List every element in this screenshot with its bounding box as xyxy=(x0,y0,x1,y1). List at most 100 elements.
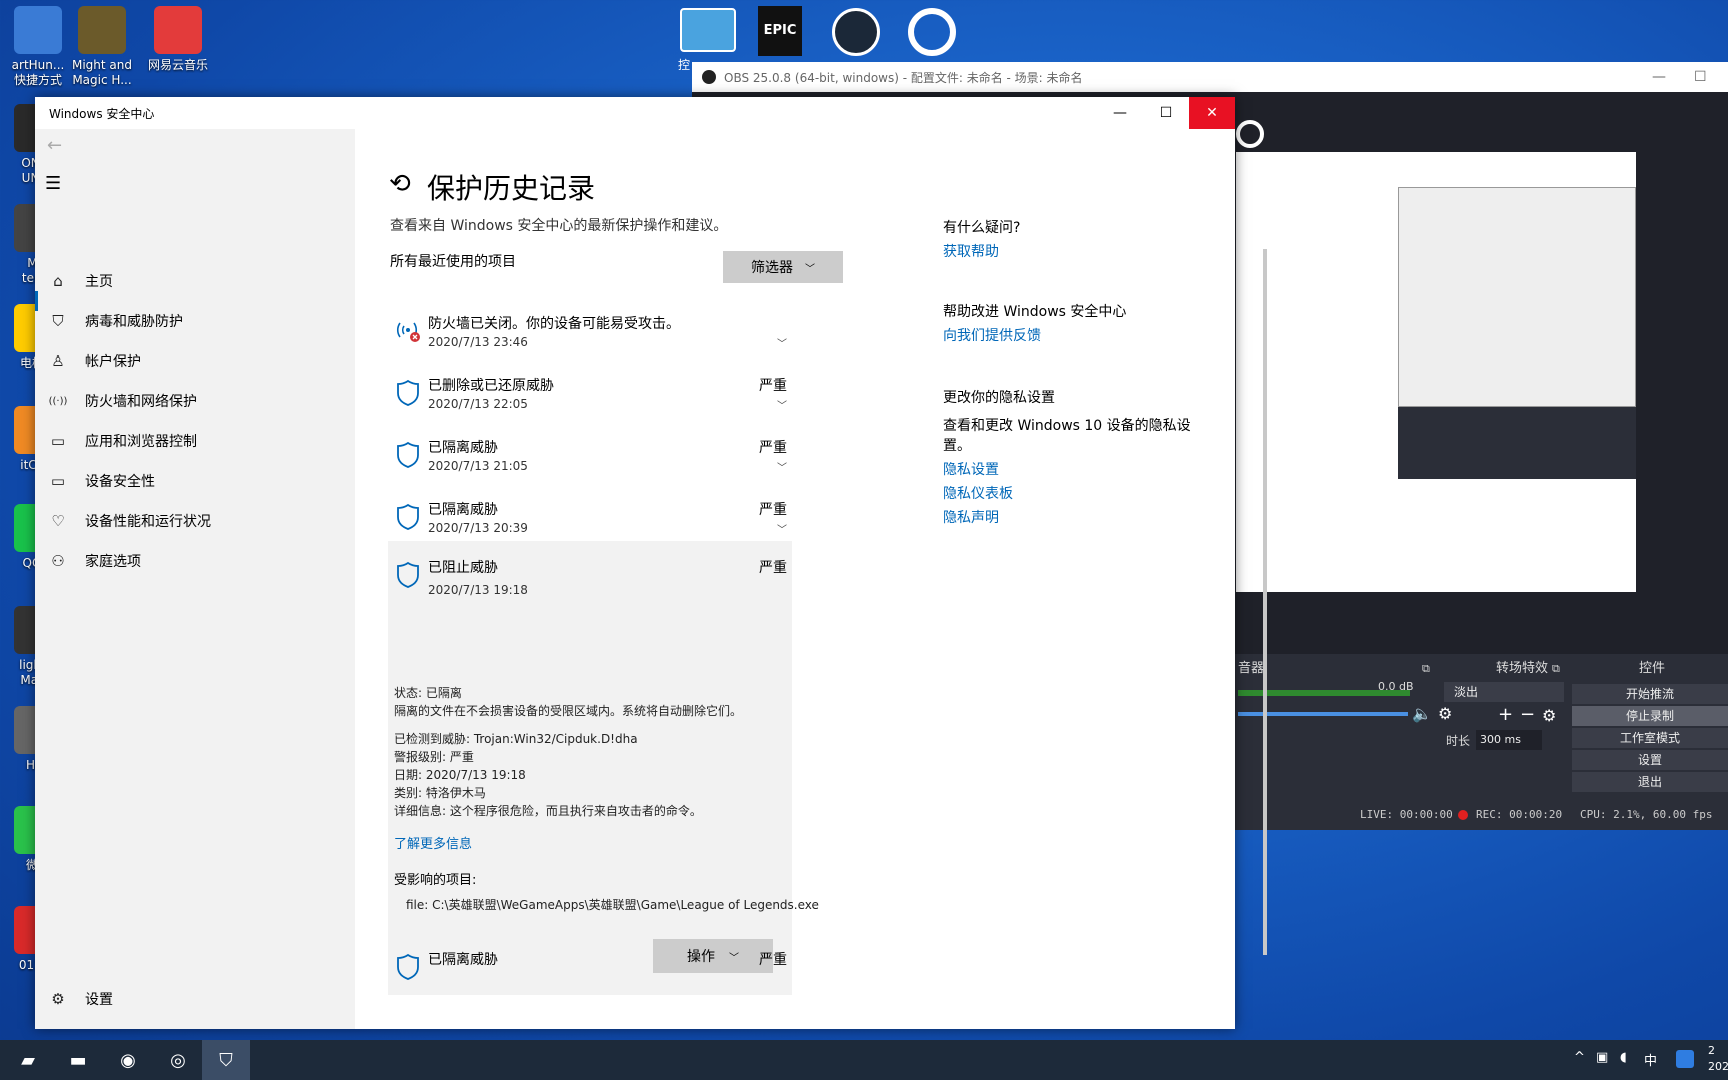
windows-security-window: Windows 安全中心 — ☐ ✕ ← ☰ ⚙ 设置 ⌂ 主页 ⛉ 病毒和威胁防护 ♙… xyxy=(35,97,1267,1029)
shield-icon: ⛉ xyxy=(52,312,64,330)
family-icon: ⚇ xyxy=(51,552,65,570)
start-icon[interactable]: ▰ xyxy=(4,1040,52,1080)
start-streaming-button[interactable]: 开始推流 xyxy=(1572,684,1728,704)
app-icon xyxy=(14,6,62,54)
chevron-down-icon[interactable]: ﹀ xyxy=(777,521,787,536)
heart-icon: ♡ xyxy=(51,512,65,530)
duration-label: 时长 xyxy=(1446,734,1471,748)
hamburger-menu-icon[interactable]: ☰ xyxy=(45,173,61,194)
speaker-icon[interactable]: 🔈 xyxy=(1412,704,1432,723)
rec-dot-icon xyxy=(1458,810,1468,820)
add-icon[interactable]: + xyxy=(1498,704,1513,725)
detail-status: 状态: 已隔离 xyxy=(394,686,462,700)
gear-icon[interactable]: ⚙ xyxy=(1438,704,1452,723)
sidebar-item-5[interactable]: ▭ 设备安全性 xyxy=(35,461,355,501)
qq-tray-icon[interactable] xyxy=(1676,1050,1694,1068)
remove-icon[interactable]: − xyxy=(1520,704,1535,725)
maximize-icon[interactable]: ☐ xyxy=(1694,69,1707,85)
home-icon: ⌂ xyxy=(53,272,63,290)
sidebar-item-0[interactable]: ⌂ 主页 xyxy=(35,261,355,301)
steam-icon[interactable] xyxy=(832,8,880,56)
sidebar-item-3[interactable]: ((·)) 防火墙和网络保护 xyxy=(35,381,355,421)
desktop-icon[interactable]: 网易云音乐 xyxy=(136,6,220,73)
feedback-link[interactable]: 向我们提供反馈 xyxy=(943,325,1041,345)
chevron-down-icon[interactable]: ﹀ xyxy=(777,397,787,412)
stop-recording-button[interactable]: 停止录制 xyxy=(1572,706,1728,726)
clock-time: 2 xyxy=(1708,1044,1715,1057)
wifi-icon: ((·)) xyxy=(48,395,68,407)
page-title: 保护历史记录 xyxy=(427,172,596,205)
chrome-icon[interactable]: ◉ xyxy=(104,1040,152,1080)
questions-title: 有什么疑问? xyxy=(943,220,1021,236)
file-explorer-icon[interactable]: ▬ xyxy=(54,1040,102,1080)
settings-button[interactable]: 设置 xyxy=(1572,750,1728,770)
detail-detected: 已检测到威胁: Trojan:Win32/Cipduk.D!dha xyxy=(394,732,638,746)
sidebar-item-label: 应用和浏览器控制 xyxy=(85,434,197,450)
chevron-down-icon[interactable]: ﹀ xyxy=(777,459,787,474)
duration-input[interactable]: 300 ms xyxy=(1476,730,1542,750)
affected-file: file: C:\英雄联盟\WeGameApps\英雄联盟\Game\Leagu… xyxy=(406,898,819,912)
filter-button[interactable]: 筛选器 ﹀ xyxy=(723,251,843,283)
main-content: ⟲ 保护历史记录 查看来自 Windows 安全中心的最新保护操作和建议。 所有… xyxy=(355,129,1267,1029)
security-taskbar-icon[interactable]: ⛉ xyxy=(202,1040,250,1080)
mixer-popout-icon[interactable]: ⧉ xyxy=(1422,662,1430,676)
privacy-statement-link[interactable]: 隐私声明 xyxy=(943,507,999,527)
history-item[interactable]: 防火墙已关闭。你的设备可能易受攻击。 2020/7/13 23:46 ﹀ xyxy=(388,313,792,367)
item-date: 2020/7/13 23:46 xyxy=(428,335,528,349)
privacy-settings-link[interactable]: 隐私设置 xyxy=(943,459,999,479)
sidebar-item-6[interactable]: ♡ 设备性能和运行状况 xyxy=(35,501,355,541)
volume-icon[interactable]: ◖ xyxy=(1620,1050,1627,1065)
close-button[interactable]: ✕ xyxy=(1189,97,1235,129)
maximize-button[interactable]: ☐ xyxy=(1143,97,1189,129)
sidebar-item-2[interactable]: ♙ 帐户保护 xyxy=(35,341,355,381)
shield-icon xyxy=(396,441,420,473)
get-help-link[interactable]: 获取帮助 xyxy=(943,241,999,261)
app-icon: ▭ xyxy=(50,432,66,450)
sidebar: ← ☰ ⚙ 设置 ⌂ 主页 ⛉ 病毒和威胁防护 ♙ 帐户保护 ((·)) 防火墙和网络保护 ▭ 应… xyxy=(35,129,355,1029)
person-icon: ♙ xyxy=(51,352,65,370)
exit-button[interactable]: 退出 xyxy=(1572,772,1728,792)
affected-label: 受影响的项目: xyxy=(394,873,477,888)
network-icon[interactable]: ▣ xyxy=(1596,1050,1608,1065)
mixer-db: 0.0 dB xyxy=(1378,680,1414,693)
scrollbar[interactable] xyxy=(1263,249,1267,955)
uplay-icon[interactable] xyxy=(908,8,956,56)
detail-alert: 警报级别: 严重 xyxy=(394,750,474,764)
sidebar-item-4[interactable]: ▭ 应用和浏览器控制 xyxy=(35,421,355,461)
detail-details: 详细信息: 这个程序很危险，而且执行来自攻击者的命令。 xyxy=(394,804,702,818)
history-item[interactable]: 已隔离威胁 2020/7/13 21:05 严重 ﹀ xyxy=(388,437,792,491)
item-date: 2020/7/13 21:05 xyxy=(428,459,528,473)
minimize-button[interactable]: — xyxy=(1097,97,1143,129)
history-item[interactable]: 已隔离威胁 严重 xyxy=(388,949,792,1003)
privacy-dashboard-link[interactable]: 隐私仪表板 xyxy=(943,483,1013,503)
live-status: LIVE: 00:00:00 xyxy=(1360,808,1453,821)
obs-taskbar-icon[interactable]: ◎ xyxy=(154,1040,202,1080)
sidebar-item-7[interactable]: ⚇ 家庭选项 xyxy=(35,541,355,581)
transition-select[interactable]: 淡出 xyxy=(1444,682,1564,702)
learn-more-link[interactable]: 了解更多信息 xyxy=(394,833,472,852)
desktop-icon[interactable]: Might and Magic H... xyxy=(60,6,144,88)
back-arrow-icon[interactable]: ← xyxy=(47,135,62,156)
transition-gear-icon[interactable]: ⚙ xyxy=(1542,706,1556,725)
control-panel-icon[interactable] xyxy=(680,8,736,52)
app-icon xyxy=(78,6,126,54)
chevron-down-icon[interactable]: ﹀ xyxy=(777,335,787,350)
sidebar-item-1[interactable]: ⛉ 病毒和威胁防护 xyxy=(35,301,355,341)
control-panel-label: 控 xyxy=(678,58,691,72)
item-title: 已阻止威胁 xyxy=(428,560,498,576)
tray-chevron-icon[interactable]: ^ xyxy=(1574,1050,1585,1065)
history-item[interactable]: 已删除或已还原威胁 2020/7/13 22:05 严重 ﹀ xyxy=(388,375,792,429)
severity-badge: 严重 xyxy=(759,560,787,576)
privacy-title: 更改你的隐私设置 xyxy=(943,390,1055,406)
history-item[interactable]: 已阻止威胁 2020/7/13 19:18 严重 xyxy=(388,541,792,663)
security-titlebar: Windows 安全中心 — ☐ ✕ xyxy=(35,97,1235,129)
detail-date: 日期: 2020/7/13 19:18 xyxy=(394,768,526,782)
sidebar-item-settings[interactable]: ⚙ 设置 xyxy=(35,979,355,1019)
studio-mode-button[interactable]: 工作室模式 xyxy=(1572,728,1728,748)
transitions-popout-icon[interactable]: ⧉ xyxy=(1552,662,1560,676)
minimize-icon[interactable]: — xyxy=(1652,69,1666,85)
ime-indicator[interactable]: 中 xyxy=(1644,1050,1657,1069)
chevron-down-icon: ﹀ xyxy=(805,263,815,275)
epic-games-icon[interactable]: EPIC xyxy=(758,6,802,56)
sidebar-item-label: 设备性能和运行状况 xyxy=(85,514,211,530)
